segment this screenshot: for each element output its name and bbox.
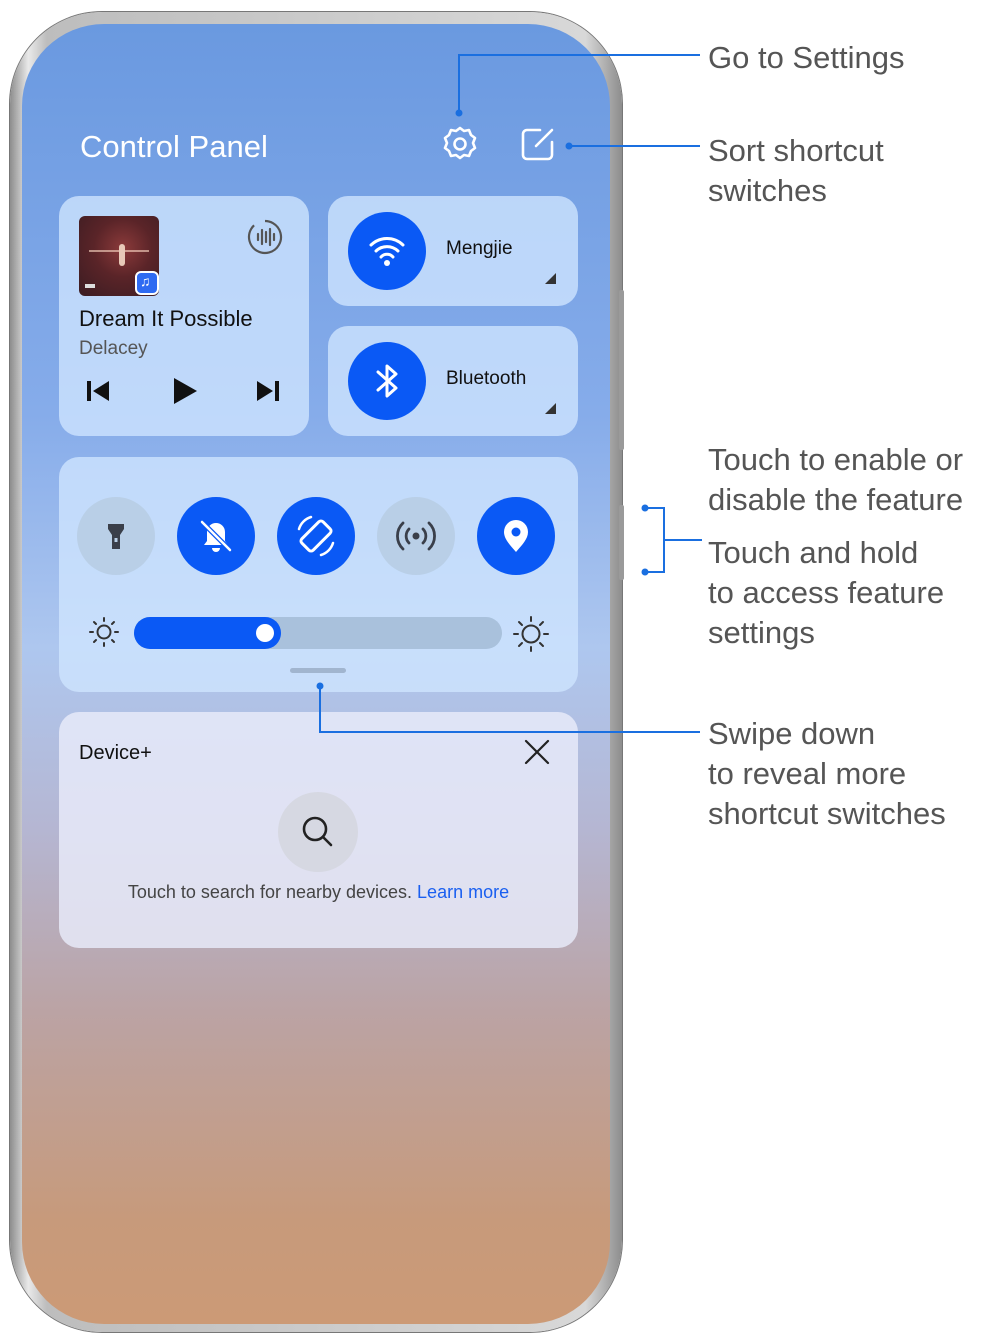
callout-settings: Go to Settings (708, 40, 905, 75)
callout-toggle-line1: Touch to enable or (708, 442, 964, 477)
callout-hold-line3: settings (708, 615, 815, 650)
callout-toggle-line2: disable the feature (708, 482, 964, 517)
callout-swipe-line2: to reveal more (708, 756, 907, 791)
callout-sort-line1: Sort shortcut (708, 133, 884, 168)
callout-lines (316, 54, 702, 733)
callout-hold-line2: to access feature (708, 575, 945, 610)
callout-hold-line1: Touch and hold (708, 535, 919, 570)
callout-swipe-line3: shortcut switches (708, 796, 946, 831)
callout-sort-line2: switches (708, 173, 827, 208)
callout-swipe-line1: Swipe down (708, 716, 876, 751)
